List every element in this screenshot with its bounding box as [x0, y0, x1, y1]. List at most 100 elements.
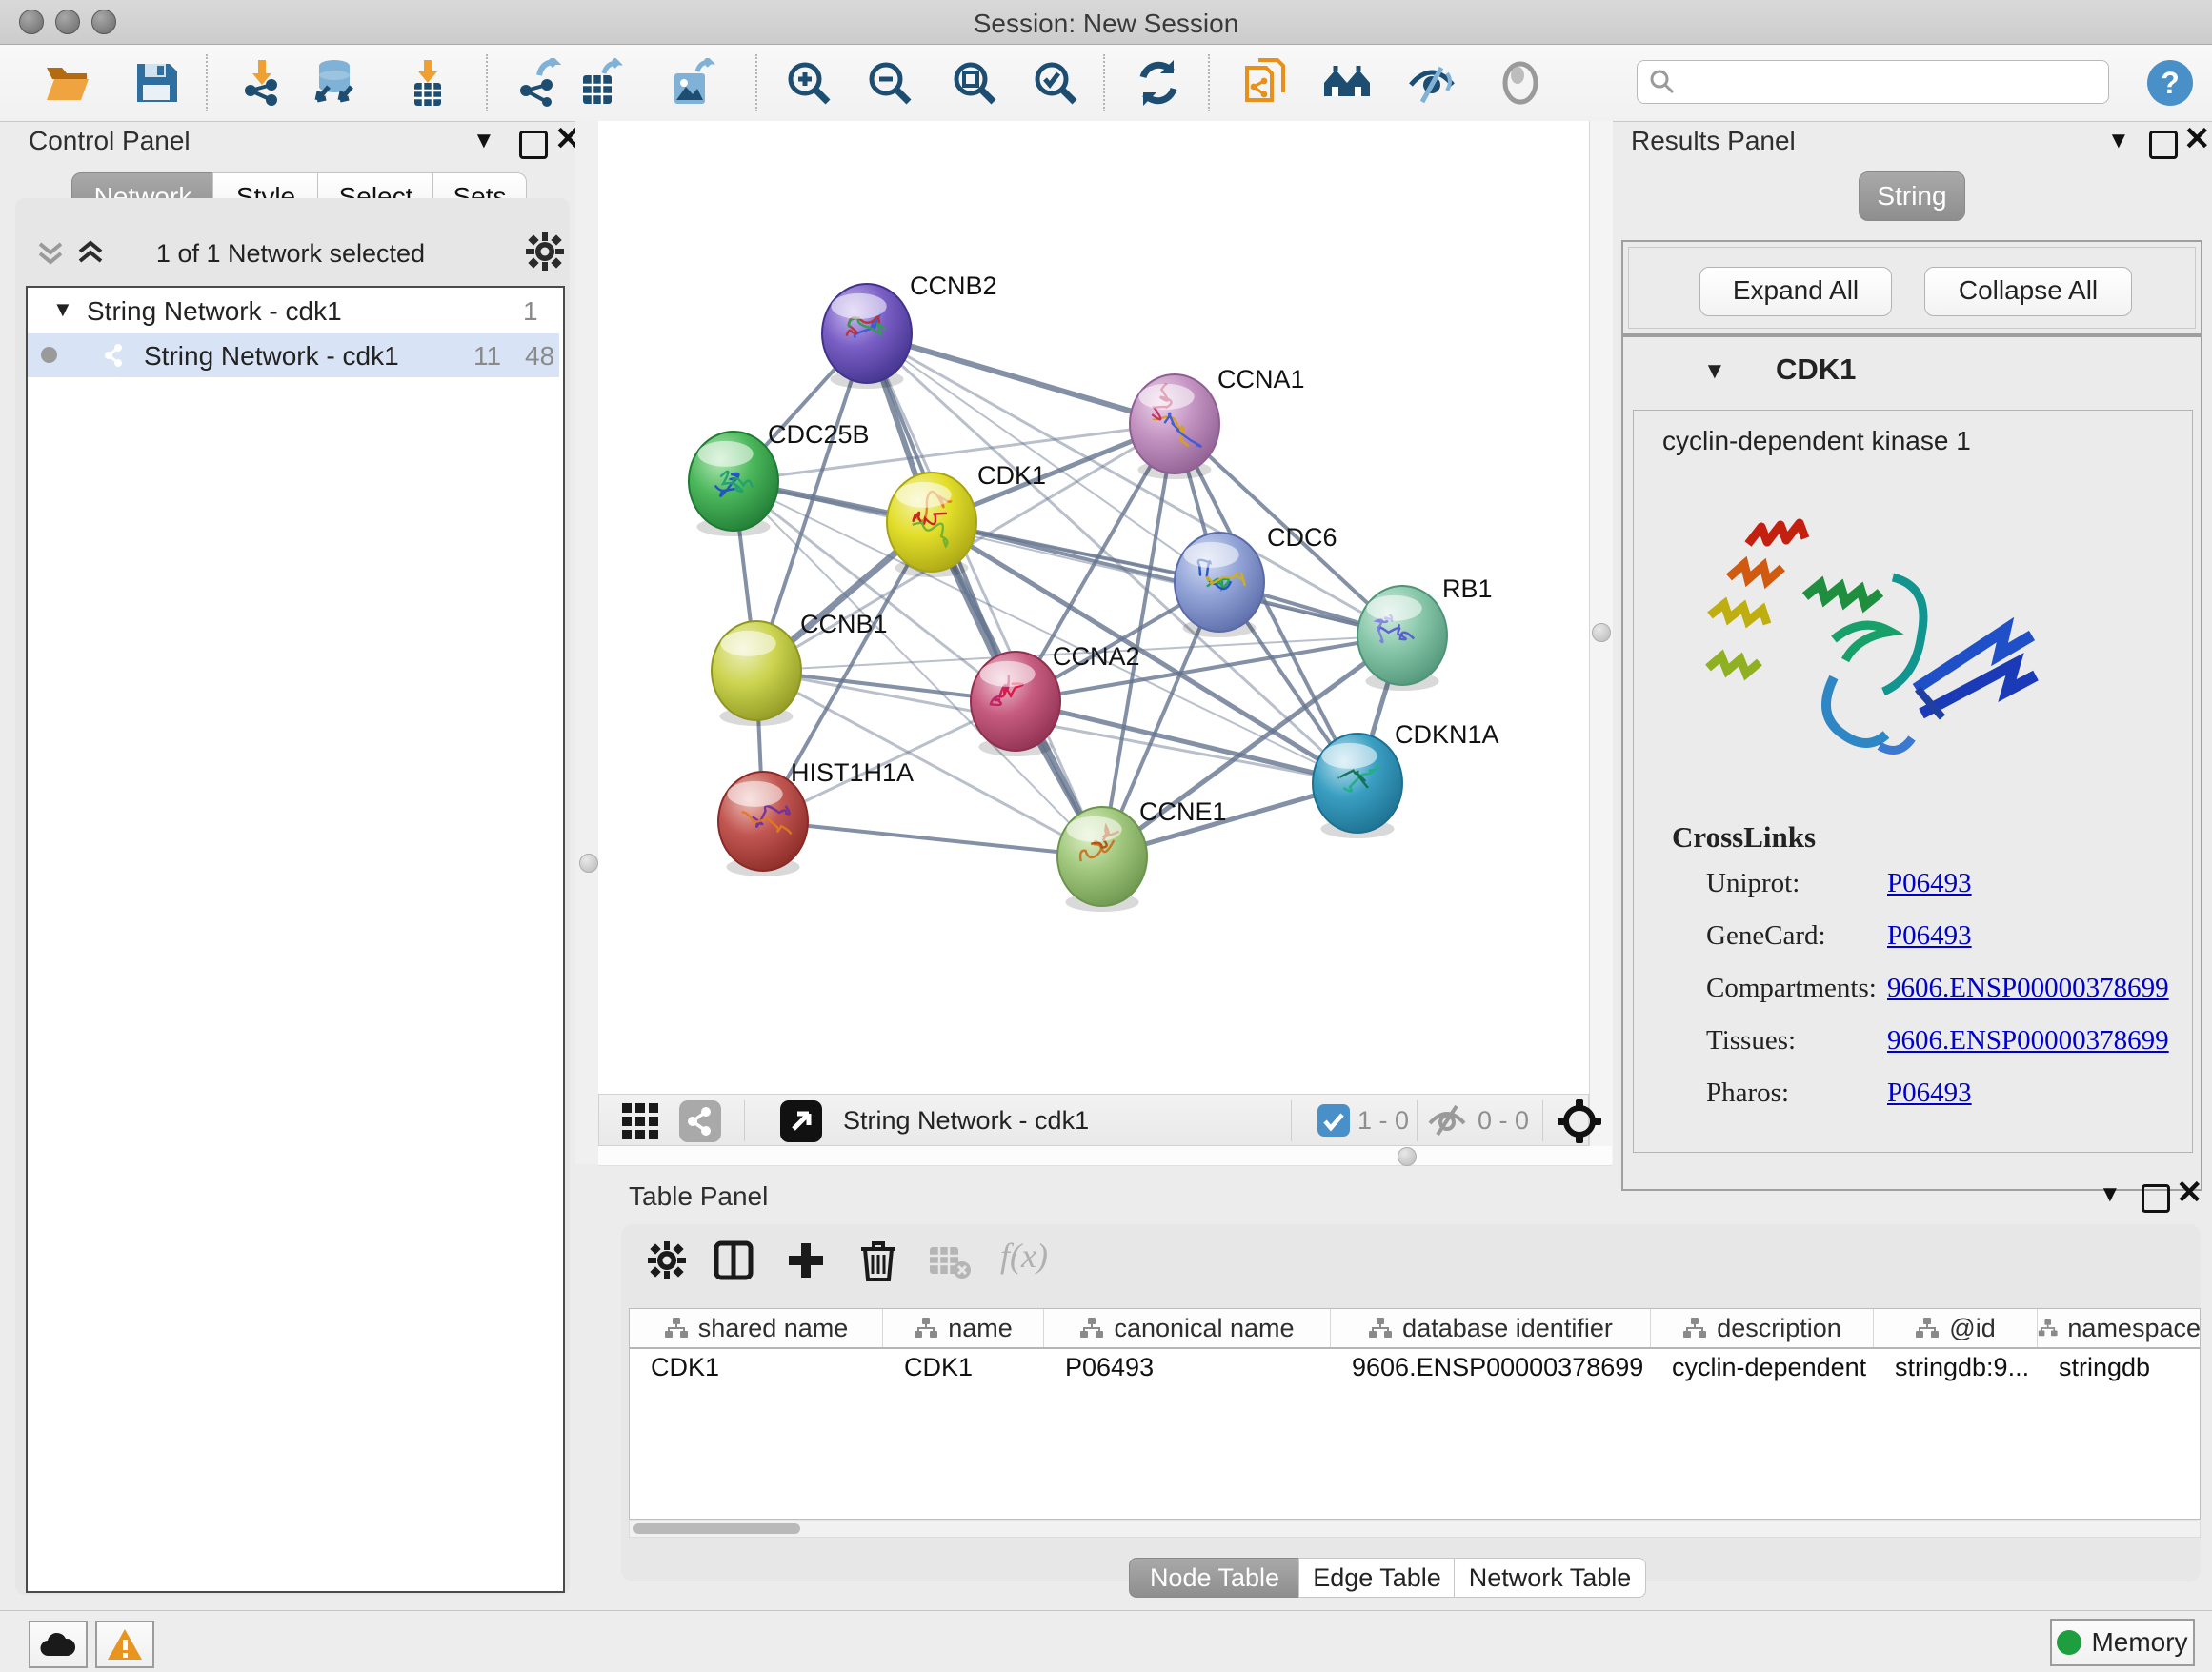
- hidden-eye-icon[interactable]: [1426, 1104, 1468, 1137]
- help-icon[interactable]: ?: [2145, 58, 2195, 108]
- add-column-icon[interactable]: [785, 1239, 827, 1281]
- crosslink-compartments-link[interactable]: 9606.ENSP00000378699: [1887, 973, 2169, 1004]
- warnings-button[interactable]: [95, 1621, 154, 1668]
- export-network-icon[interactable]: [514, 58, 564, 108]
- results-gene-card: ▼ CDK1 cyclin-dependent kinase 1 CrossLi…: [1621, 335, 2202, 1191]
- show-eye-icon[interactable]: [1496, 58, 1545, 108]
- hide-eye-icon[interactable]: [1407, 58, 1457, 108]
- column-header-shared-name[interactable]: shared name: [630, 1309, 883, 1347]
- gear-icon[interactable]: [526, 232, 564, 271]
- column-type-icon: [2038, 1317, 2058, 1340]
- table-cell[interactable]: CDK1: [630, 1353, 883, 1391]
- cloud-button[interactable]: [29, 1621, 88, 1668]
- expand-all-networks-icon[interactable]: [74, 236, 107, 269]
- table-cell[interactable]: cyclin-dependent ...: [1651, 1353, 1874, 1391]
- results-panel-collapse-icon[interactable]: ▼: [2107, 128, 2130, 154]
- import-database-icon[interactable]: [310, 58, 359, 108]
- tab-network-table[interactable]: Network Table: [1454, 1558, 1646, 1598]
- table-header-row: shared namenamecanonical namedatabase id…: [630, 1309, 2201, 1349]
- string-home-icon[interactable]: [1322, 58, 1372, 108]
- table-horizontal-scrollbar[interactable]: [629, 1521, 2201, 1538]
- column-header-namespace[interactable]: namespace: [2038, 1309, 2201, 1347]
- copy-documents-icon[interactable]: [1241, 58, 1291, 108]
- column-header-description[interactable]: description: [1651, 1309, 1874, 1347]
- gene-collapse-icon[interactable]: ▼: [1703, 358, 1726, 385]
- table-panel-collapse-icon[interactable]: ▼: [2099, 1181, 2122, 1208]
- control-panel-float-icon[interactable]: [519, 131, 548, 159]
- import-network-icon[interactable]: [237, 58, 287, 108]
- column-type-icon: [1368, 1317, 1393, 1340]
- expand-all-button[interactable]: Expand All: [1699, 267, 1892, 316]
- right-splitter[interactable]: [1589, 121, 1613, 1164]
- table-cell[interactable]: P06493: [1044, 1353, 1331, 1391]
- collapse-all-networks-icon[interactable]: [34, 236, 67, 269]
- current-network-dot-icon: [41, 347, 57, 363]
- results-panel-float-icon[interactable]: [2149, 131, 2178, 159]
- open-in-window-icon[interactable]: [780, 1100, 822, 1142]
- save-session-icon[interactable]: [131, 58, 181, 108]
- export-image-icon[interactable]: [667, 58, 716, 108]
- zoom-selected-icon[interactable]: [1031, 58, 1080, 108]
- open-session-icon[interactable]: [43, 58, 92, 108]
- export-table-icon[interactable]: [575, 58, 625, 108]
- results-panel-close-icon[interactable]: ✕: [2183, 128, 2211, 151]
- table-cell[interactable]: stringdb:9...: [1874, 1353, 2038, 1391]
- table-cell[interactable]: CDK1: [883, 1353, 1044, 1391]
- horizontal-splitter-handle[interactable]: [1398, 1147, 1417, 1166]
- delete-column-trash-icon[interactable]: [857, 1238, 899, 1281]
- column-header-database-identifier[interactable]: database identifier: [1331, 1309, 1651, 1347]
- crosslink-genecard-link[interactable]: P06493: [1887, 920, 1972, 952]
- column-header-canonical-name[interactable]: canonical name: [1044, 1309, 1331, 1347]
- memory-button[interactable]: Memory: [2050, 1619, 2195, 1666]
- refresh-layout-icon[interactable]: [1134, 58, 1183, 108]
- control-panel-collapse-icon[interactable]: ▼: [473, 128, 495, 154]
- svg-text:CCNB2: CCNB2: [910, 272, 997, 300]
- tab-node-table[interactable]: Node Table: [1129, 1558, 1300, 1598]
- column-header-name[interactable]: name: [883, 1309, 1044, 1347]
- tab-string-results[interactable]: String: [1859, 171, 1965, 221]
- zoom-fit-icon[interactable]: [950, 58, 999, 108]
- column-header--id[interactable]: @id: [1874, 1309, 2038, 1347]
- svg-text:HIST1H1A: HIST1H1A: [791, 758, 914, 787]
- import-table-icon[interactable]: [403, 58, 452, 108]
- left-splitter-handle[interactable]: [579, 854, 598, 873]
- show-columns-icon[interactable]: [713, 1239, 754, 1281]
- selected-checkbox-icon[interactable]: [1317, 1104, 1350, 1137]
- horizontal-splitter[interactable]: [598, 1146, 1612, 1166]
- collapse-all-button[interactable]: Collapse All: [1924, 267, 2132, 316]
- delete-table-icon[interactable]: [928, 1243, 972, 1279]
- table-gear-icon[interactable]: [648, 1241, 686, 1279]
- crosslink-pharos-link[interactable]: P06493: [1887, 1078, 1972, 1109]
- collection-expand-icon[interactable]: ▼: [52, 297, 73, 322]
- right-splitter-handle[interactable]: [1592, 623, 1611, 642]
- crosslink-uniprot-link[interactable]: P06493: [1887, 868, 1972, 899]
- network-canvas[interactable]: CCNB2CCNA1CDC25BCDK1CDC6RB1CCNB1CCNA2CDK…: [598, 121, 1589, 1094]
- crosslink-tissues-link[interactable]: 9606.ENSP00000378699: [1887, 1025, 2169, 1057]
- search-field[interactable]: [1637, 60, 2109, 104]
- function-builder-icon[interactable]: f(x): [1000, 1236, 1048, 1276]
- table-panel-float-icon[interactable]: [2142, 1184, 2170, 1213]
- string-network-graph[interactable]: CCNB2CCNA1CDC25BCDK1CDC6RB1CCNB1CCNA2CDK…: [598, 121, 1589, 1094]
- zoom-out-icon[interactable]: [865, 58, 915, 108]
- memory-status-dot: [2057, 1630, 2081, 1655]
- crosshair-icon[interactable]: [1556, 1098, 1603, 1145]
- network-row-selected[interactable]: String Network - cdk1 11 48: [28, 333, 559, 377]
- search-input[interactable]: [1683, 65, 2097, 99]
- birdseye-grid-icon[interactable]: [622, 1103, 658, 1139]
- table-cell[interactable]: 9606.ENSP00000378699: [1331, 1353, 1651, 1391]
- svg-text:CDC6: CDC6: [1267, 523, 1337, 552]
- table-scrollbar-thumb[interactable]: [633, 1523, 800, 1534]
- results-buttons-card: Expand All Collapse All: [1621, 240, 2202, 335]
- share-network-icon[interactable]: [679, 1100, 721, 1142]
- table-panel-close-icon[interactable]: ✕: [2176, 1181, 2203, 1204]
- zoom-in-icon[interactable]: [784, 58, 834, 108]
- left-splitter[interactable]: [575, 121, 599, 1164]
- node-table[interactable]: shared namenamecanonical namedatabase id…: [629, 1308, 2201, 1520]
- svg-text:CCNB1: CCNB1: [800, 610, 888, 638]
- gene-description: cyclin-dependent kinase 1: [1662, 426, 1971, 456]
- tab-edge-table[interactable]: Edge Table: [1298, 1558, 1456, 1598]
- collection-count: 1: [523, 296, 538, 327]
- network-label: String Network - cdk1: [144, 341, 399, 372]
- table-cell[interactable]: stringdb: [2038, 1353, 2201, 1391]
- network-collection-row[interactable]: ▼ String Network - cdk1 1: [28, 292, 559, 335]
